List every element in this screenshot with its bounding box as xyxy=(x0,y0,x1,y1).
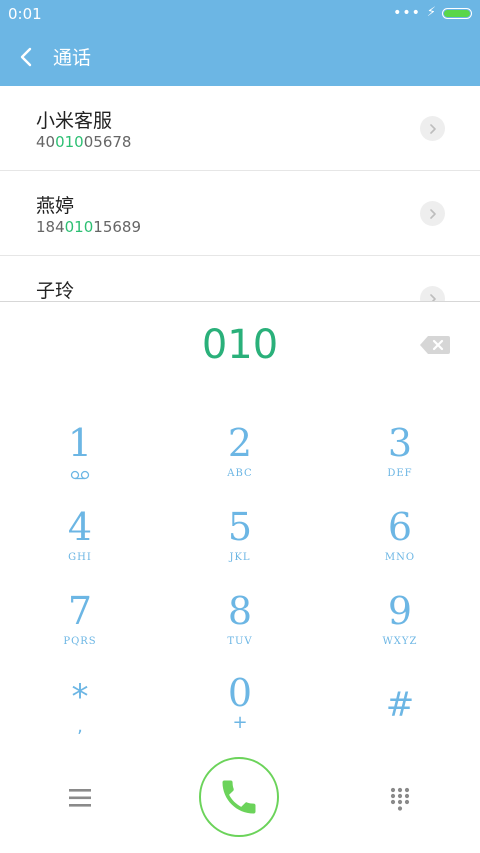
back-arrow-icon xyxy=(20,47,32,67)
phone-icon xyxy=(222,780,256,814)
key-letters: , xyxy=(77,716,83,737)
chevron-right-icon xyxy=(429,123,436,134)
key-2[interactable]: 2 ABC xyxy=(160,422,320,506)
key-hash[interactable]: # xyxy=(320,684,480,768)
key-4[interactable]: 4 GHI xyxy=(0,506,160,590)
key-digit: * xyxy=(71,677,89,717)
key-digit: # xyxy=(385,685,415,725)
contact-number: 18401015689 xyxy=(36,218,141,236)
chevron-right-icon xyxy=(429,208,436,219)
key-1[interactable]: 1 xyxy=(0,422,160,506)
key-digit: 6 xyxy=(387,505,413,549)
key-digit: 2 xyxy=(227,421,253,465)
status-time: 0:01 xyxy=(8,5,42,23)
number-prefix: 184 xyxy=(36,218,65,236)
number-suffix: 15689 xyxy=(93,218,141,236)
contact-row[interactable]: 燕婷 18401015689 xyxy=(0,171,480,256)
key-star[interactable]: * , xyxy=(0,676,160,760)
key-letters: TUV xyxy=(227,636,253,647)
contact-row[interactable]: 小米客服 4001005678 xyxy=(0,86,480,171)
charging-icon: ⚡ xyxy=(426,5,436,20)
number-match: 010 xyxy=(55,133,84,151)
backspace-icon xyxy=(420,336,450,354)
key-6[interactable]: 6 MNO xyxy=(320,506,480,590)
page-title: 通话 xyxy=(53,47,92,69)
keypad-toggle-button[interactable] xyxy=(388,787,412,813)
contact-number: 4001005678 xyxy=(36,133,131,151)
key-9[interactable]: 9 WXYZ xyxy=(320,590,480,674)
status-icons: ••• ⚡ xyxy=(393,6,472,20)
key-letters: PQRS xyxy=(63,636,97,647)
key-digit: 0 xyxy=(227,671,253,715)
key-digit: 3 xyxy=(387,421,413,465)
menu-button[interactable] xyxy=(66,785,94,811)
key-digit: 5 xyxy=(227,505,253,549)
backspace-button[interactable] xyxy=(419,334,451,356)
menu-icon xyxy=(69,789,91,807)
more-dots-icon: ••• xyxy=(393,5,421,21)
key-letters: DEF xyxy=(387,468,413,479)
key-letters: ABC xyxy=(227,468,253,479)
number-match: 010 xyxy=(64,218,94,236)
call-button[interactable] xyxy=(199,757,279,837)
status-bar: 0:01 ••• ⚡ xyxy=(0,0,480,28)
key-digit: 1 xyxy=(67,421,93,465)
key-letters: JKL xyxy=(229,552,251,563)
divider xyxy=(0,301,480,302)
key-0[interactable]: 0 + xyxy=(160,672,320,756)
contact-results-list: 小米客服 4001005678 燕婷 18401015689 子玲 xyxy=(0,86,480,301)
contact-detail-button[interactable] xyxy=(420,116,445,141)
key-digit: 4 xyxy=(67,505,93,549)
key-letters: + xyxy=(232,712,248,733)
number-suffix: 05678 xyxy=(83,133,132,151)
battery-level xyxy=(444,9,470,17)
contact-row[interactable]: 子玲 xyxy=(0,256,480,301)
keypad-icon xyxy=(390,787,410,811)
dialed-number: 010 xyxy=(201,322,279,368)
contact-detail-button[interactable] xyxy=(420,286,445,301)
contact-name: 燕婷 xyxy=(36,195,75,217)
back-button[interactable] xyxy=(14,42,42,72)
key-3[interactable]: 3 DEF xyxy=(320,422,480,506)
contact-name: 小米客服 xyxy=(36,110,113,132)
number-prefix: 40 xyxy=(36,133,56,151)
key-digit: 8 xyxy=(227,589,253,633)
contact-name: 子玲 xyxy=(36,280,75,301)
key-digit: 7 xyxy=(67,589,93,633)
chevron-right-icon xyxy=(429,293,436,301)
key-letters: WXYZ xyxy=(382,636,418,647)
contact-detail-button[interactable] xyxy=(420,201,445,226)
key-8[interactable]: 8 TUV xyxy=(160,590,320,674)
key-letters: MNO xyxy=(384,552,416,563)
title-bar: 通话 xyxy=(0,28,480,86)
voicemail-icon xyxy=(70,470,90,480)
key-digit: 9 xyxy=(387,589,413,633)
key-7[interactable]: 7 PQRS xyxy=(0,590,160,674)
key-5[interactable]: 5 JKL xyxy=(160,506,320,590)
key-letters: GHI xyxy=(68,552,92,563)
battery-icon xyxy=(442,7,472,19)
